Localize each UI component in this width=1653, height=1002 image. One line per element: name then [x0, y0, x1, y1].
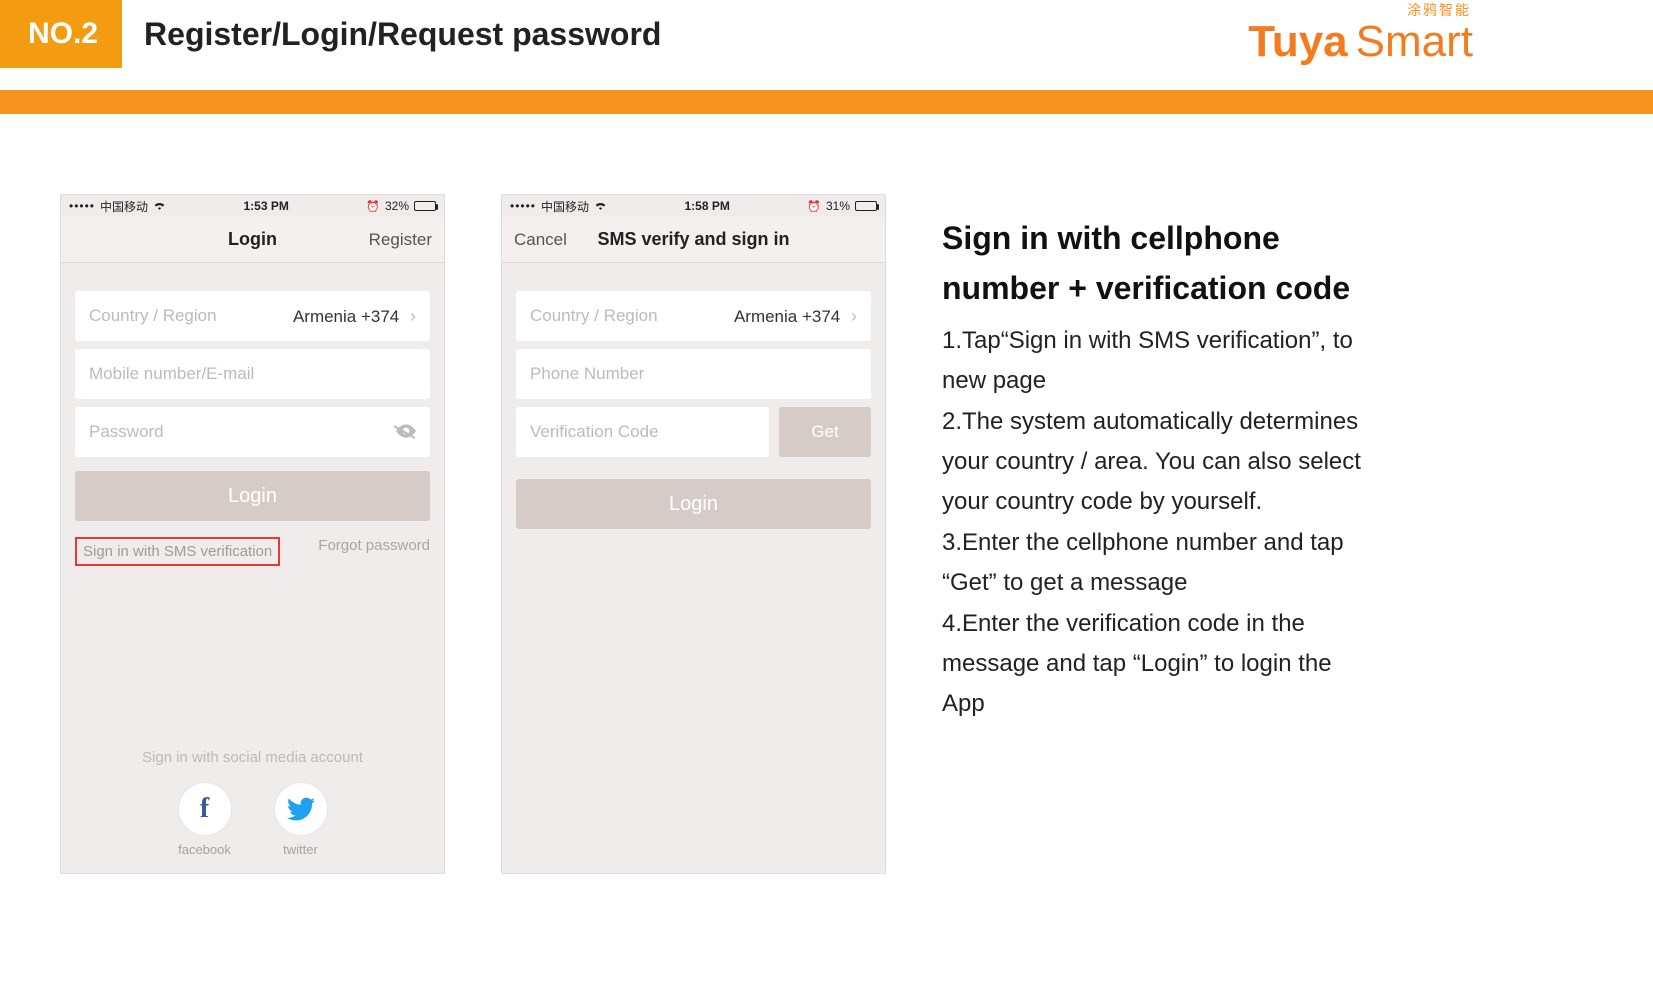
nav-register[interactable]: Register: [342, 230, 432, 250]
password-placeholder: Password: [89, 422, 164, 442]
instructions-heading: Sign in with cellphone number + verifica…: [942, 214, 1372, 313]
alarm-icon: ⏰: [807, 200, 821, 213]
country-region-label: Country / Region: [530, 306, 658, 326]
login-id-placeholder: Mobile number/E-mail: [89, 364, 254, 384]
battery-percent: 31%: [826, 199, 850, 213]
twitter-icon[interactable]: [274, 782, 328, 836]
instructions-pane: Sign in with cellphone number + verifica…: [942, 194, 1372, 874]
country-region-value: Armenia +374: [734, 307, 840, 326]
brand-en-bold: Tuya: [1248, 17, 1347, 66]
page-title: Register/Login/Request password: [144, 16, 661, 53]
twitter-label: twitter: [271, 842, 331, 857]
carrier-label: 中国移动: [100, 198, 148, 215]
login-button[interactable]: Login: [516, 479, 871, 529]
verification-code-input[interactable]: Verification Code: [516, 407, 769, 457]
instruction-step: 3.Enter the cellphone number and tap “Ge…: [942, 523, 1372, 602]
login-id-input[interactable]: Mobile number/E-mail: [75, 349, 430, 399]
battery-icon: [414, 201, 436, 211]
status-bar: ••••• 中国移动 1:58 PM ⏰ 31%: [502, 195, 885, 217]
page-header: NO.2 Register/Login/Request password 涂鸦智…: [0, 0, 1653, 68]
nav-bar: Cancel SMS verify and sign in: [502, 217, 885, 263]
country-region-field[interactable]: Country / Region Armenia +374 ›: [75, 291, 430, 341]
divider-bar: [0, 90, 1653, 114]
nav-title: Login: [228, 229, 277, 250]
nav-cancel[interactable]: Cancel: [514, 230, 597, 250]
country-region-value: Armenia +374: [293, 307, 399, 326]
status-time: 1:53 PM: [243, 199, 288, 213]
social-caption: Sign in with social media account: [61, 749, 444, 766]
forgot-password-link[interactable]: Forgot password: [318, 537, 430, 566]
eye-off-icon[interactable]: [396, 422, 416, 443]
brand-en-light: Smart: [1356, 17, 1473, 66]
screenshot-login: ••••• 中国移动 1:53 PM ⏰ 32% Login Register …: [60, 194, 445, 874]
password-input[interactable]: Password: [75, 407, 430, 457]
login-button[interactable]: Login: [75, 471, 430, 521]
instruction-step: 4.Enter the verification code in the mes…: [942, 604, 1372, 723]
signal-dots-icon: •••••: [69, 199, 95, 213]
section-number-badge: NO.2: [0, 0, 122, 68]
verification-code-placeholder: Verification Code: [530, 422, 659, 442]
facebook-icon[interactable]: f: [178, 782, 232, 836]
signal-dots-icon: •••••: [510, 199, 536, 213]
chevron-right-icon: ›: [851, 306, 857, 326]
phone-number-placeholder: Phone Number: [530, 364, 644, 384]
carrier-label: 中国移动: [541, 198, 589, 215]
country-region-field[interactable]: Country / Region Armenia +374 ›: [516, 291, 871, 341]
brand-logo: 涂鸦智能 TuyaSmart: [1248, 0, 1473, 64]
nav-title: SMS verify and sign in: [597, 229, 789, 250]
instruction-step: 1.Tap“Sign in with SMS verification”, to…: [942, 321, 1372, 400]
nav-bar: Login Register: [61, 217, 444, 263]
facebook-label: facebook: [175, 842, 235, 857]
alarm-icon: ⏰: [366, 200, 380, 213]
screenshot-sms-verify: ••••• 中国移动 1:58 PM ⏰ 31% Cancel SMS veri…: [501, 194, 886, 874]
get-code-button[interactable]: Get: [779, 407, 871, 457]
status-bar: ••••• 中国移动 1:53 PM ⏰ 32%: [61, 195, 444, 217]
wifi-icon: [594, 199, 607, 213]
chevron-right-icon: ›: [410, 306, 416, 326]
phone-number-input[interactable]: Phone Number: [516, 349, 871, 399]
sms-signin-link[interactable]: Sign in with SMS verification: [75, 537, 280, 566]
status-time: 1:58 PM: [684, 199, 729, 213]
battery-percent: 32%: [385, 199, 409, 213]
wifi-icon: [153, 199, 166, 213]
instruction-step: 2.The system automatically determines yo…: [942, 402, 1372, 521]
country-region-label: Country / Region: [89, 306, 217, 326]
battery-icon: [855, 201, 877, 211]
